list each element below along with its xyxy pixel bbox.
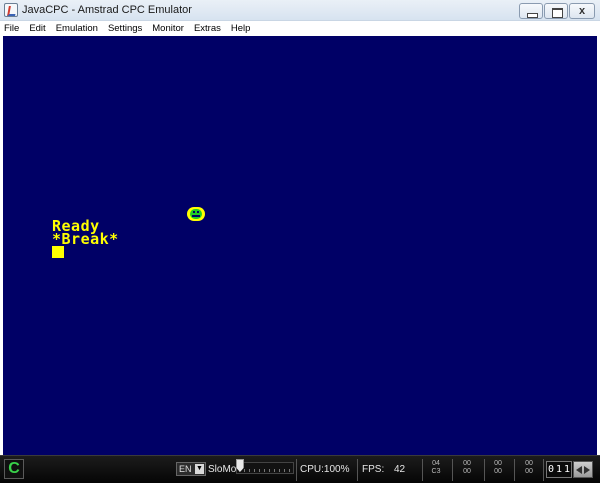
menu-bar: File Edit Emulation Settings Monitor Ext… [0,21,600,36]
register-value-bottom: 00 [525,468,533,475]
tape-counter: 0 1 1 [546,461,572,478]
menu-emulation[interactable]: Emulation [56,21,98,36]
register-value-top: 00 [494,460,502,467]
menu-extras[interactable]: Extras [194,21,221,36]
menu-settings[interactable]: Settings [108,21,142,36]
status-divider [452,459,453,481]
tape-digit: 0 [547,464,555,475]
register-value-top: 00 [525,460,533,467]
close-button[interactable]: x [569,3,595,19]
cpc-logo-icon: C [8,460,20,477]
tape-control-icon[interactable] [573,461,593,478]
smiley-sprite-icon [187,207,205,221]
window-title: JavaCPC - Amstrad CPC Emulator [22,4,192,16]
tape-digit: 1 [563,464,571,475]
register-value-bottom: 00 [494,468,502,475]
text-cursor [52,246,64,258]
slomo-label: SloMo: [208,464,240,475]
slomo-slider-track[interactable] [236,462,294,474]
menu-file[interactable]: File [4,21,19,36]
fps-value: 42 [394,464,406,475]
status-divider [357,459,358,481]
register-display: 04 C3 [425,460,447,476]
tape-digit: 1 [555,464,563,475]
register-value-bottom: 00 [463,468,471,475]
register-value-top: 04 [432,460,440,467]
status-bar: C EN ▼ SloMo: CPU:100% FPS: 42 04 C3 00 … [0,455,600,483]
status-divider [543,459,544,481]
screen-text-break: *Break* [52,230,119,248]
fps-label: FPS: [362,464,385,475]
menu-help[interactable]: Help [231,21,251,36]
register-value-top: 00 [463,460,471,467]
minimize-button[interactable] [519,3,543,19]
title-bar: JavaCPC - Amstrad CPC Emulator x [0,0,600,21]
status-divider [422,459,423,481]
menu-edit[interactable]: Edit [29,21,45,36]
emulator-screen[interactable]: Ready *Break* [3,36,597,455]
menu-monitor[interactable]: Monitor [152,21,184,36]
javacpc-app-icon[interactable] [4,3,18,17]
cpu-usage: CPU:100% [300,464,350,475]
status-divider [296,459,297,481]
maximize-button[interactable] [544,3,568,19]
status-divider [514,459,515,481]
register-display: 00 00 [456,460,478,476]
close-icon: x [578,5,586,17]
status-divider [484,459,485,481]
chevron-down-icon: ▼ [195,464,204,474]
language-select[interactable]: EN ▼ [176,462,206,476]
register-display: 00 00 [487,460,509,476]
register-display: 00 00 [518,460,540,476]
cpc-logo-button[interactable]: C [4,459,24,479]
register-value-bottom: C3 [431,468,441,475]
language-value: EN [179,464,192,474]
